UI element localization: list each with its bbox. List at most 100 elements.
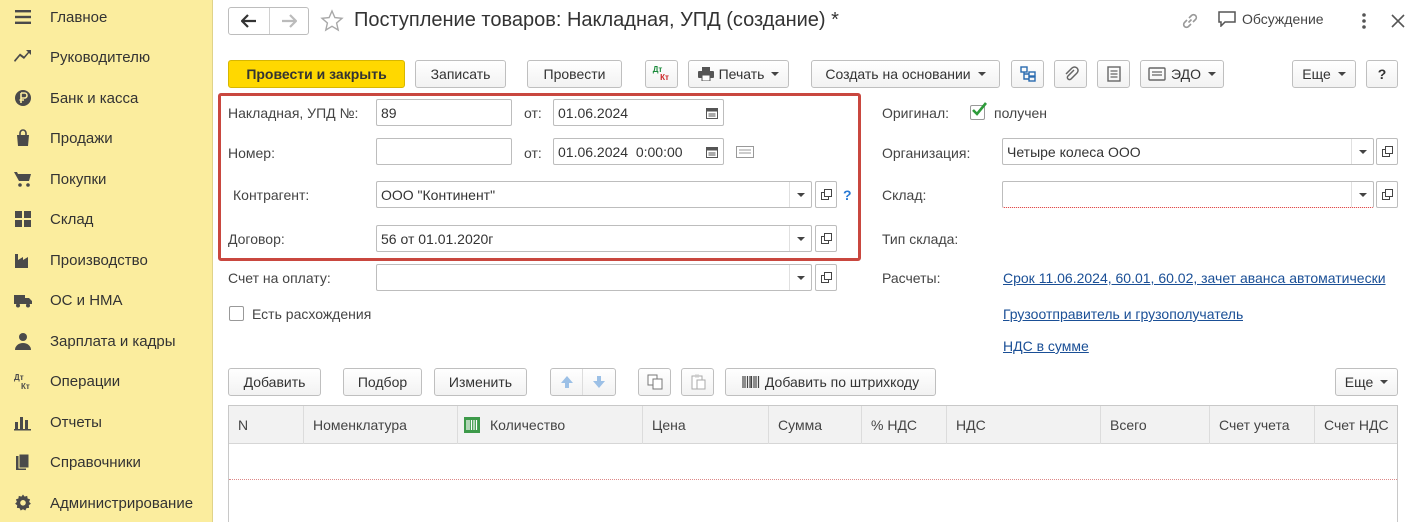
paste-row-button[interactable] bbox=[681, 368, 714, 396]
number-datetime-field[interactable]: 01.06.2024 0:00:00 bbox=[553, 138, 724, 165]
sidebar-item-operations[interactable]: Дт Кт Операции bbox=[0, 361, 213, 401]
column-header-sum[interactable]: Сумма bbox=[769, 406, 862, 444]
invoice-date-field[interactable]: 01.06.2024 bbox=[553, 99, 724, 126]
goods-table[interactable]: N Номенклатура Количество Цена Сумма % Н… bbox=[228, 405, 1398, 522]
attach-button[interactable] bbox=[1054, 60, 1087, 88]
settlements-link[interactable]: Срок 11.06.2024, 60.01, 60.02, зачет ава… bbox=[1003, 270, 1398, 286]
organization-field[interactable]: Четыре колеса ООО bbox=[1002, 138, 1374, 165]
arrow-right-icon bbox=[281, 14, 297, 28]
table-more-button[interactable]: Еще bbox=[1335, 368, 1398, 396]
copy-row-button[interactable] bbox=[638, 368, 671, 396]
shipper-consignee-link[interactable]: Грузоотправитель и грузополучатель bbox=[1003, 306, 1243, 322]
history-nav bbox=[228, 7, 309, 35]
warehouse-grid-icon bbox=[13, 209, 33, 229]
contract-field[interactable]: 56 от 01.01.2020г bbox=[376, 225, 812, 252]
more-vertical-icon[interactable] bbox=[1356, 10, 1372, 32]
invoice-date-label: от: bbox=[524, 105, 542, 121]
number-field[interactable] bbox=[376, 138, 512, 165]
chevron-down-icon[interactable] bbox=[1351, 139, 1373, 164]
chevron-down-icon[interactable] bbox=[789, 182, 811, 207]
sidebar-item-label: Продажи bbox=[50, 129, 113, 147]
sidebar-item-label: Зарплата и кадры bbox=[50, 332, 176, 350]
vat-in-amount-link[interactable]: НДС в сумме bbox=[1003, 338, 1089, 354]
add-row-button[interactable]: Добавить bbox=[228, 368, 321, 396]
cart-icon bbox=[13, 169, 33, 189]
column-header-quantity-label: Количество bbox=[490, 417, 566, 433]
organization-open-button[interactable] bbox=[1376, 138, 1398, 165]
print-button[interactable]: Печать bbox=[688, 60, 789, 88]
favorite-star-icon[interactable] bbox=[320, 9, 344, 33]
contract-open-button[interactable] bbox=[815, 225, 837, 252]
more-button[interactable]: Еще bbox=[1292, 60, 1356, 88]
forward-button[interactable] bbox=[268, 8, 309, 34]
sidebar-item-main[interactable]: Главное bbox=[0, 0, 213, 37]
payment-invoice-label: Счет на оплату: bbox=[228, 270, 331, 286]
barcode-column-icon bbox=[464, 417, 480, 433]
comment-lines-icon[interactable] bbox=[736, 146, 754, 158]
document-button[interactable] bbox=[1097, 60, 1130, 88]
original-checkbox[interactable] bbox=[970, 102, 988, 120]
save-button[interactable]: Записать bbox=[415, 60, 506, 88]
chevron-down-icon[interactable] bbox=[789, 265, 811, 290]
document-icon bbox=[1106, 66, 1121, 82]
calendar-icon[interactable] bbox=[701, 100, 723, 125]
add-by-barcode-button[interactable]: Добавить по штрихкоду bbox=[725, 368, 936, 396]
sidebar-item-payroll[interactable]: Зарплата и кадры bbox=[0, 321, 213, 361]
post-and-close-button[interactable]: Провести и закрыть bbox=[228, 60, 405, 88]
column-header-quantity[interactable]: Количество bbox=[458, 406, 643, 444]
payment-invoice-field[interactable] bbox=[376, 264, 812, 291]
dt-kt-button[interactable]: Дт Кт bbox=[645, 60, 678, 88]
change-button[interactable]: Изменить bbox=[434, 368, 527, 396]
chat-bubble-icon bbox=[1218, 11, 1236, 27]
chevron-down-icon[interactable] bbox=[789, 226, 811, 251]
column-header-nomenclature[interactable]: Номенклатура bbox=[304, 406, 458, 444]
warehouse-open-button[interactable] bbox=[1376, 181, 1398, 208]
sidebar-item-manager[interactable]: Руководителю bbox=[0, 37, 213, 77]
sidebar-item-administration[interactable]: Администрирование bbox=[0, 483, 213, 522]
sidebar-item-reports[interactable]: Отчеты bbox=[0, 402, 213, 442]
sidebar-item-directories[interactable]: Справочники bbox=[0, 442, 213, 482]
sidebar-item-production[interactable]: Производство bbox=[0, 240, 213, 280]
sidebar-item-purchases[interactable]: Покупки bbox=[0, 159, 213, 199]
column-header-vat-account[interactable]: Счет НДС bbox=[1315, 406, 1399, 444]
original-label: Оригинал: bbox=[882, 105, 949, 121]
link-icon[interactable] bbox=[1180, 11, 1200, 31]
sidebar-item-label: Производство bbox=[50, 251, 148, 269]
column-header-price[interactable]: Цена bbox=[643, 406, 769, 444]
help-button[interactable]: ? bbox=[1366, 60, 1398, 88]
move-down-button[interactable] bbox=[583, 369, 615, 395]
table-row[interactable] bbox=[229, 444, 1397, 480]
column-header-total[interactable]: Всего bbox=[1101, 406, 1210, 444]
warehouse-field[interactable] bbox=[1002, 181, 1374, 208]
selection-button[interactable]: Подбор bbox=[343, 368, 422, 396]
sidebar-item-warehouse[interactable]: Склад bbox=[0, 199, 213, 239]
person-icon bbox=[13, 331, 33, 351]
edo-button[interactable]: ЭДО bbox=[1140, 60, 1224, 88]
sidebar-item-sales[interactable]: Продажи bbox=[0, 118, 213, 158]
open-window-icon bbox=[820, 233, 832, 244]
close-icon[interactable] bbox=[1388, 11, 1408, 31]
counterparty-open-button[interactable] bbox=[815, 181, 837, 208]
chevron-down-icon[interactable] bbox=[1351, 182, 1373, 207]
post-button[interactable]: Провести bbox=[527, 60, 622, 88]
discussion-button[interactable]: Обсуждение bbox=[1218, 11, 1324, 27]
calendar-icon[interactable] bbox=[701, 139, 723, 164]
column-header-n[interactable]: N bbox=[229, 406, 304, 444]
column-header-account[interactable]: Счет учета bbox=[1210, 406, 1315, 444]
back-button[interactable] bbox=[229, 8, 269, 34]
create-based-on-button[interactable]: Создать на основании bbox=[811, 60, 1000, 88]
structure-button[interactable] bbox=[1011, 60, 1044, 88]
counterparty-label: Контрагент: bbox=[233, 187, 310, 203]
menu-icon bbox=[13, 7, 33, 27]
counterparty-field[interactable]: ООО "Континент" bbox=[376, 181, 812, 208]
column-header-vat[interactable]: НДС bbox=[947, 406, 1101, 444]
sidebar-item-bank[interactable]: Банк и касса bbox=[0, 78, 213, 118]
invoice-number-field[interactable]: 89 bbox=[376, 99, 512, 126]
discrepancies-checkbox[interactable] bbox=[229, 306, 244, 321]
move-up-button[interactable] bbox=[551, 369, 583, 395]
payment-invoice-open-button[interactable] bbox=[815, 264, 837, 291]
column-header-vat-rate[interactable]: % НДС bbox=[862, 406, 947, 444]
dt-kt-icon-bottom: Кт bbox=[660, 73, 669, 82]
help-question-icon[interactable]: ? bbox=[843, 187, 852, 203]
sidebar-item-fixed-assets[interactable]: ОС и НМА bbox=[0, 280, 213, 320]
